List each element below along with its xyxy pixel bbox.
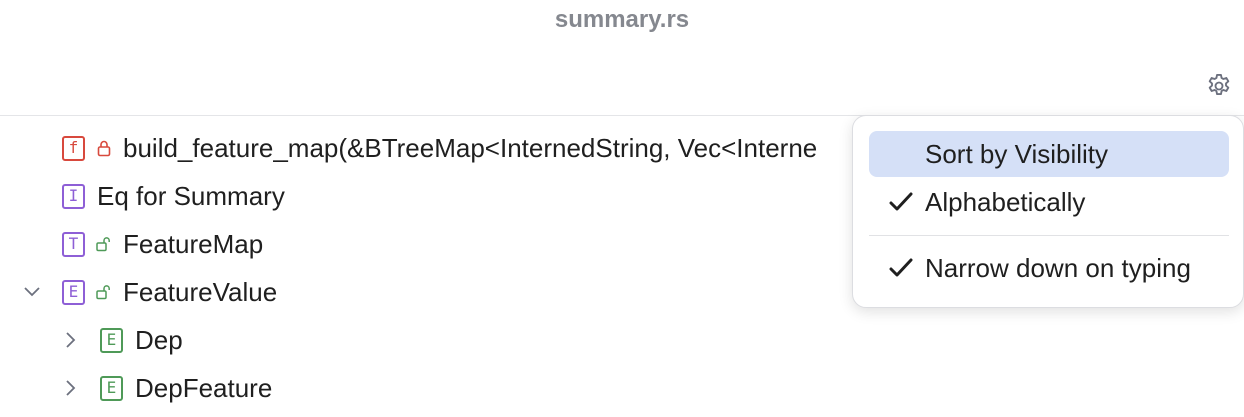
- menu-separator: [869, 235, 1229, 236]
- gear-icon: [1208, 73, 1230, 95]
- tree-item-dep[interactable]: E Dep: [0, 316, 183, 364]
- menu-item-label: Sort by Visibility: [925, 138, 1109, 169]
- impl-icon: I: [62, 183, 85, 209]
- tree-item-label: FeatureMap: [123, 228, 264, 259]
- enum-icon: E: [62, 279, 85, 305]
- enum-variant-icon: E: [100, 375, 123, 401]
- function-icon: f: [62, 135, 85, 161]
- public-lock-icon: [95, 281, 113, 303]
- chevron-right-icon[interactable]: [60, 378, 80, 398]
- checkmark-icon: [889, 258, 913, 277]
- private-lock-icon: [95, 137, 113, 159]
- menu-item-alphabetically[interactable]: Alphabetically: [869, 179, 1229, 225]
- menu-item-label: Narrow down on typing: [925, 252, 1191, 283]
- tree-item-label: DepFeature: [135, 372, 273, 403]
- tree-item-label: FeatureValue: [123, 276, 278, 307]
- tree-item-label: Eq for Summary: [97, 180, 285, 211]
- type-icon: T: [62, 231, 85, 257]
- enum-variant-icon: E: [100, 327, 123, 353]
- menu-item-narrow-down-on-typing[interactable]: Narrow down on typing: [869, 245, 1229, 291]
- menu-item-label: Alphabetically: [925, 186, 1086, 217]
- tree-item-featuremap[interactable]: T FeatureMap: [0, 220, 263, 268]
- public-lock-icon: [95, 233, 113, 255]
- chevron-down-icon[interactable]: [22, 282, 42, 302]
- settings-button[interactable]: [1203, 70, 1235, 102]
- checkmark-icon: [889, 192, 913, 211]
- menu-item-sort-by-visibility[interactable]: Sort by Visibility: [869, 131, 1229, 177]
- tree-item-eq-for-summary[interactable]: I Eq for Summary: [0, 172, 285, 220]
- sort-options-menu: Sort by Visibility Alphabetically Narrow…: [852, 115, 1244, 308]
- chevron-right-icon[interactable]: [60, 330, 80, 350]
- tree-item-depfeature[interactable]: E DepFeature: [0, 364, 272, 412]
- window-title: summary.rs: [554, 6, 690, 33]
- tree-item-label: build_feature_map(&BTreeMap<InternedStri…: [123, 132, 818, 163]
- tree-item-build-feature-map[interactable]: f build_feature_map(&BTreeMap<InternedSt…: [0, 124, 817, 172]
- tree-item-featurevalue[interactable]: E FeatureValue: [0, 268, 277, 316]
- tree-item-label: Dep: [135, 324, 183, 355]
